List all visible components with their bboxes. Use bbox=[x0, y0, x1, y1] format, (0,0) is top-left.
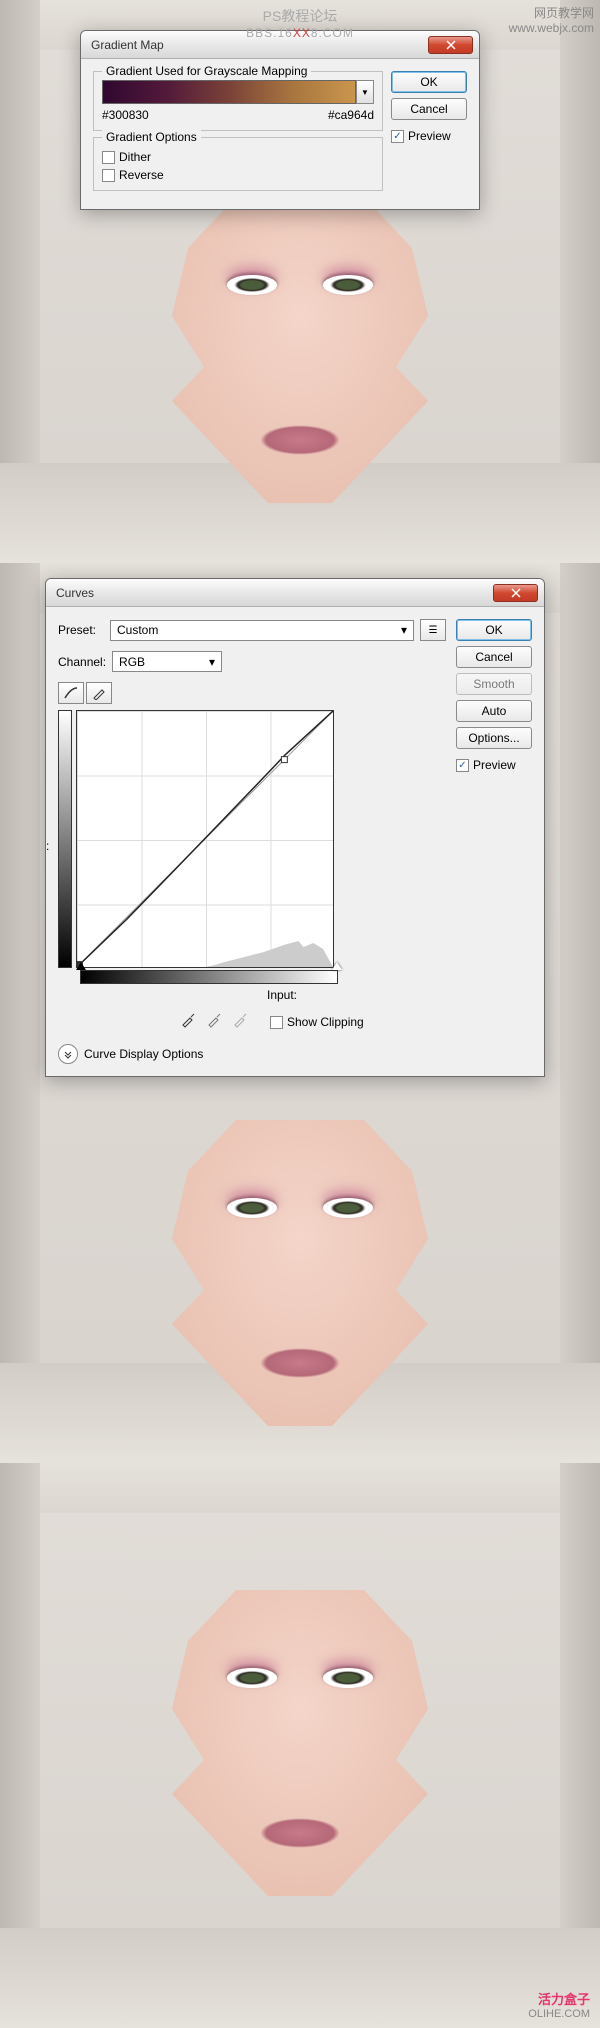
panel-gradient-map: PS教程论坛 BBS.16XX8.COM 网页教学网 www.webjx.com… bbox=[0, 0, 600, 563]
output-gradient bbox=[58, 710, 72, 968]
chevron-down-icon: ▾ bbox=[209, 655, 215, 669]
gradient-color-left: #300830 bbox=[102, 108, 149, 122]
close-icon bbox=[511, 588, 521, 598]
curve-graph[interactable] bbox=[76, 710, 334, 968]
preview-checkbox[interactable]: ✓ Preview bbox=[391, 129, 467, 143]
curve-icon bbox=[63, 686, 79, 700]
chevron-down-icon: ▾ bbox=[401, 623, 407, 637]
gradient-fieldset: Gradient Used for Grayscale Mapping ▼ #3… bbox=[93, 71, 383, 131]
gradient-options-fieldset: Gradient Options Dither Reverse bbox=[93, 137, 383, 191]
auto-button[interactable]: Auto bbox=[456, 700, 532, 722]
show-clipping-checkbox[interactable]: Show Clipping bbox=[270, 1015, 364, 1029]
checkbox-icon bbox=[102, 169, 115, 182]
curves-dialog: Curves Preset: Custom ▾ ☰ Channel: bbox=[45, 578, 545, 1077]
gradient-map-dialog: Gradient Map Gradient Used for Grayscale… bbox=[80, 30, 480, 210]
input-label: Input: bbox=[118, 988, 446, 1002]
watermark-top: PS教程论坛 BBS.16XX8.COM bbox=[246, 6, 354, 40]
dialog-title: Gradient Map bbox=[91, 38, 164, 52]
eyedropper-icon bbox=[180, 1012, 196, 1028]
face-artwork bbox=[140, 180, 460, 520]
close-button[interactable] bbox=[493, 584, 538, 602]
watermark-top-right: 网页教学网 www.webjx.com bbox=[509, 4, 594, 35]
face-artwork bbox=[140, 1103, 460, 1443]
face-artwork bbox=[140, 1573, 460, 1913]
close-icon bbox=[446, 40, 456, 50]
pencil-icon bbox=[92, 686, 106, 700]
curve-line bbox=[77, 711, 333, 967]
gray-eyedropper[interactable] bbox=[204, 1010, 224, 1030]
gradient-options-label: Gradient Options bbox=[102, 130, 201, 144]
preview-checkbox[interactable]: ✓ Preview bbox=[456, 758, 532, 772]
curve-tool-button[interactable] bbox=[58, 682, 84, 704]
expand-button[interactable] bbox=[58, 1044, 78, 1064]
eyedropper-icon bbox=[232, 1012, 248, 1028]
preset-menu-button[interactable]: ☰ bbox=[420, 619, 446, 641]
checkbox-icon bbox=[102, 151, 115, 164]
gradient-color-right: #ca964d bbox=[328, 108, 374, 122]
channel-combo[interactable]: RGB ▾ bbox=[112, 651, 222, 672]
cancel-button[interactable]: Cancel bbox=[391, 98, 467, 120]
histogram bbox=[205, 937, 333, 967]
gradient-preview[interactable] bbox=[102, 80, 356, 104]
input-gradient[interactable] bbox=[80, 970, 338, 984]
preset-label: Preset: bbox=[58, 623, 104, 637]
ok-button[interactable]: OK bbox=[391, 71, 467, 93]
panel-curves: Curves Preset: Custom ▾ ☰ Channel: bbox=[0, 563, 600, 1463]
watermark-bottom-right: 活力盒子 OLIHE.COM bbox=[528, 1989, 590, 2020]
pencil-tool-button[interactable] bbox=[86, 682, 112, 704]
white-eyedropper[interactable] bbox=[230, 1010, 250, 1030]
dither-checkbox[interactable]: Dither bbox=[102, 150, 374, 164]
checkbox-icon: ✓ bbox=[456, 759, 469, 772]
channel-label: Channel: bbox=[58, 655, 106, 669]
panel-result: 活力盒子 OLIHE.COM bbox=[0, 1463, 600, 2028]
dialog-title: Curves bbox=[56, 586, 94, 600]
gradient-fieldset-label: Gradient Used for Grayscale Mapping bbox=[102, 64, 311, 78]
white-point-slider[interactable] bbox=[332, 962, 342, 970]
expand-icon bbox=[63, 1049, 73, 1059]
checkbox-icon: ✓ bbox=[391, 130, 404, 143]
preset-combo[interactable]: Custom ▾ bbox=[110, 620, 414, 641]
cancel-button[interactable]: Cancel bbox=[456, 646, 532, 668]
black-eyedropper[interactable] bbox=[178, 1010, 198, 1030]
ok-button[interactable]: OK bbox=[456, 619, 532, 641]
checkbox-icon bbox=[270, 1016, 283, 1029]
gradient-dropdown-arrow[interactable]: ▼ bbox=[356, 80, 374, 104]
options-button[interactable]: Options... bbox=[456, 727, 532, 749]
curve-display-label: Curve Display Options bbox=[84, 1047, 203, 1061]
output-label: Output: bbox=[45, 839, 49, 853]
close-button[interactable] bbox=[428, 36, 473, 54]
smooth-button[interactable]: Smooth bbox=[456, 673, 532, 695]
reverse-checkbox[interactable]: Reverse bbox=[102, 168, 374, 182]
dialog-titlebar[interactable]: Curves bbox=[46, 579, 544, 607]
eyedropper-icon bbox=[206, 1012, 222, 1028]
black-point-slider[interactable] bbox=[76, 962, 86, 970]
